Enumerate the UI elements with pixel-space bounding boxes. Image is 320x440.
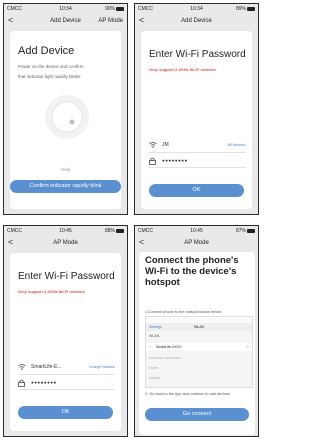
battery-indicator: 90% xyxy=(105,4,124,14)
example-title: WLAN xyxy=(193,325,205,329)
battery-icon xyxy=(116,6,124,11)
nav-title: AP Mode xyxy=(184,240,209,246)
field-divider xyxy=(18,389,115,390)
lock-icon xyxy=(18,379,25,387)
password-field[interactable]: ●●●●●●●● xyxy=(31,380,57,385)
wifi-icon xyxy=(149,142,157,148)
nav-bar: < AP Mode xyxy=(135,236,258,250)
device-light-illustration xyxy=(45,95,89,139)
nav-bar: < Add Device xyxy=(135,14,258,28)
confirm-blink-button[interactable]: Confirm indicator rapidly blink xyxy=(10,180,121,193)
content-card: Enter Wi-Fi Password Only support 2.4GHz… xyxy=(10,253,121,431)
field-divider xyxy=(18,374,115,375)
content-card: Add Device Power on the device and confi… xyxy=(10,31,121,209)
wifi-settings-example: Settings WLAN WLAN ✓ SmartLife-XXXX ⓘ CH… xyxy=(145,316,253,388)
title-line-3: hotspot xyxy=(145,277,180,288)
title-line-2: Wi-Fi to the device's xyxy=(145,266,237,277)
info-icon: ⓘ xyxy=(245,345,250,349)
wifi-name-field[interactable]: JM xyxy=(162,142,169,148)
content-card: Connect the phone's Wi-Fi to the device'… xyxy=(139,252,255,435)
battery-icon xyxy=(247,228,255,233)
content-card: Enter Wi-Fi Password Only support 2.4GHz… xyxy=(141,31,252,209)
battery-icon xyxy=(247,6,255,11)
frequency-warning: Only support 2.4GHz Wi-Fi network xyxy=(149,67,216,72)
password-field[interactable]: ●●●●●●●● xyxy=(162,158,188,163)
lock-icon xyxy=(149,157,156,165)
screenshot-grid: CMCC 10:34 90% < Add Device AP Mode Add … xyxy=(0,0,261,440)
status-bar: CMCC 10:45 87% xyxy=(135,226,258,236)
eye-icon[interactable]: ◦ xyxy=(110,380,112,385)
example-row: CHOOSE A NETWORK... xyxy=(149,356,184,360)
example-row: Home xyxy=(149,366,159,370)
battery-indicator: 88% xyxy=(105,226,124,236)
nav-bar: < Add Device AP Mode xyxy=(4,14,127,28)
ok-button[interactable]: OK xyxy=(18,406,113,419)
nav-title: Add Device xyxy=(181,18,212,24)
eye-icon[interactable]: ◦ xyxy=(241,158,243,163)
example-row-selected: ✓ SmartLife-XXXX ⓘ xyxy=(146,343,252,351)
wifi-icon xyxy=(18,364,26,370)
field-divider xyxy=(149,152,246,153)
title-line-1: Connect the phone's xyxy=(145,255,239,266)
battery-indicator: 89% xyxy=(236,4,255,14)
page-title: Enter Wi-Fi Password xyxy=(149,49,246,60)
instruction-line-2: that indicator light rapidly blinks xyxy=(18,74,81,79)
step-2-text: 2. Go back to the App and continue to ad… xyxy=(145,392,230,396)
ap-mode-button[interactable]: AP Mode xyxy=(98,14,123,28)
wifi-name-field[interactable]: SmartLife-E... xyxy=(31,364,62,370)
example-row: WLAN xyxy=(149,334,160,338)
help-link[interactable]: Help xyxy=(10,167,121,172)
frequency-warning: Only support 2.4GHz Wi-Fi network xyxy=(18,289,85,294)
battery-indicator: 87% xyxy=(236,226,255,236)
example-row: hotwrd xyxy=(149,376,160,380)
status-bar: CMCC 10:34 90% xyxy=(4,4,127,14)
check-icon: ✓ xyxy=(149,345,152,349)
phone-screen-connect-hotspot: CMCC 10:45 87% < AP Mode Connect the pho… xyxy=(134,225,259,437)
battery-icon xyxy=(116,228,124,233)
page-title: Connect the phone's Wi-Fi to the device'… xyxy=(145,255,239,288)
page-title: Add Device xyxy=(18,45,75,57)
change-network-link[interactable]: Change Network xyxy=(89,365,115,369)
page-title: Enter Wi-Fi Password xyxy=(18,271,115,282)
change-network-link[interactable]: JM Network xyxy=(227,143,245,147)
step-1-text: 1.Connect phone to the hotspot shown bel… xyxy=(145,310,221,314)
phone-screen-add-device: CMCC 10:34 90% < Add Device AP Mode Add … xyxy=(3,3,128,215)
status-bar: CMCC 10:45 88% xyxy=(4,226,127,236)
nav-bar: < AP Mode xyxy=(4,236,127,250)
example-header: Settings WLAN xyxy=(146,323,252,331)
nav-title: AP Mode xyxy=(53,240,78,246)
instruction-line-1: Power on the device and confirm xyxy=(18,64,84,69)
phone-screen-ap-wifi-password: CMCC 10:45 88% < AP Mode Enter Wi-Fi Pas… xyxy=(3,225,128,437)
field-divider xyxy=(149,167,246,168)
phone-screen-wifi-password: CMCC 10:34 89% < Add Device Enter Wi-Fi … xyxy=(134,3,259,215)
go-connect-button[interactable]: Go connect xyxy=(145,408,249,421)
ok-button[interactable]: OK xyxy=(149,184,244,197)
status-bar: CMCC 10:34 89% xyxy=(135,4,258,14)
